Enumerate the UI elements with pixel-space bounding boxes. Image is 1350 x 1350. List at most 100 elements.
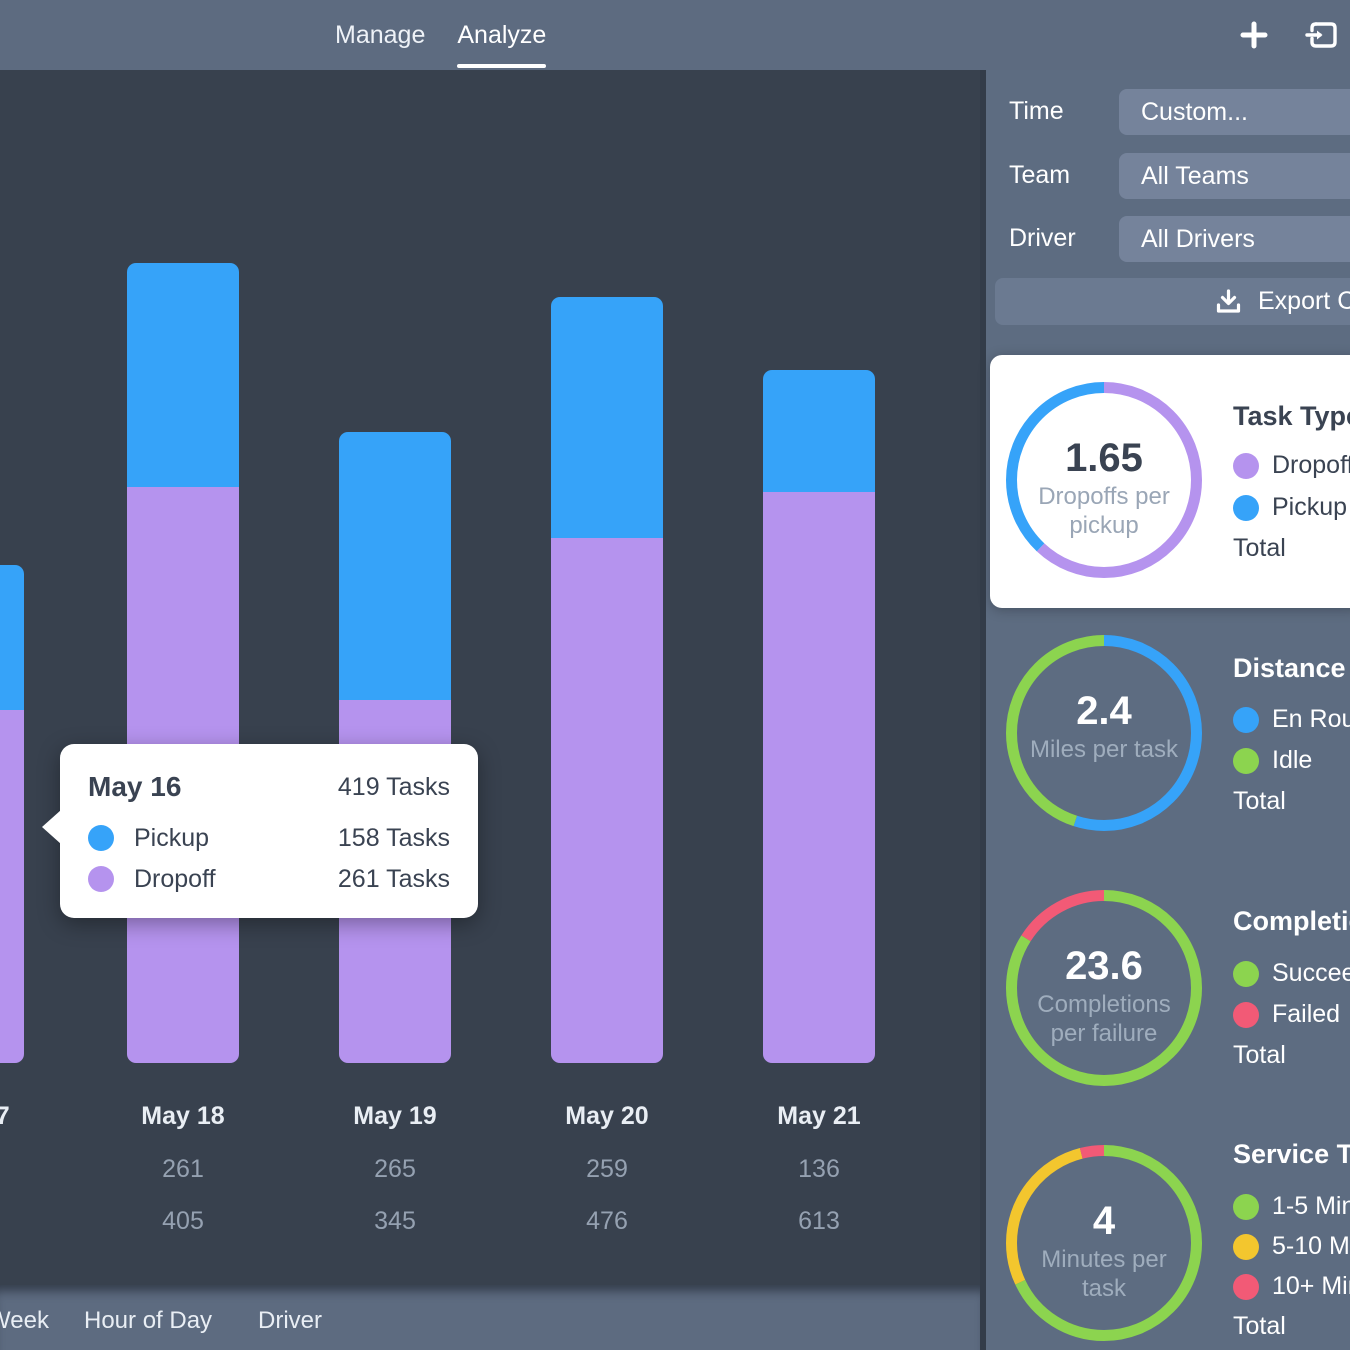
download-icon [1215,288,1242,315]
stacked-bar-may-20[interactable] [551,297,663,1063]
legend-label: 1-5 Min [1272,1192,1350,1221]
tooltip-row-pickup: Pickup158 Tasks [88,822,450,854]
tooltip-row-dropoff: Dropoff261 Tasks [88,863,450,895]
x-axis-date-label: May 19 [315,1102,475,1131]
chart-tooltip: May 16 419 Tasks Pickup158 Tasks Dropoff2… [60,744,478,918]
x-axis-date-label: May 17 [0,1102,48,1131]
bottom-tab-driver[interactable]: Driver [258,1285,322,1350]
legend-label: Idle [1272,746,1312,775]
filter-select-time[interactable]: Custom... [1119,89,1350,135]
card-title: Completions [1233,906,1350,937]
metric-label: Minutes per task [1019,1245,1189,1303]
dropoff-count-label: 405 [103,1207,263,1236]
pickup-legend-dot [88,825,114,851]
metric-value: 4 [1019,1199,1189,1243]
dropoff-count-label: 345 [315,1207,475,1236]
pickup-count-label: 261 [103,1155,263,1184]
legend-row-idle: Idle [1233,746,1312,775]
metric-value: 23.6 [1019,944,1189,988]
5-10-min-dot [1233,1234,1259,1260]
dropoff-count-label: 476 [527,1207,687,1236]
filter-select-driver[interactable]: All Drivers [1119,216,1350,262]
metric-value: 1.65 [1019,436,1189,480]
plus-icon[interactable] [1238,19,1270,51]
legend-row-failed: Failed [1233,1000,1340,1029]
legend-label: Succeeded [1272,959,1350,988]
filter-label-time: Time [1009,97,1064,126]
tab-manage[interactable]: Manage [335,0,425,70]
donut-center-text: 1.65Dropoffs per pickup [1019,436,1189,540]
legend-row-1-5-min: 1-5 Min [1233,1192,1350,1221]
tooltip-total: 419 Tasks [338,773,450,802]
metric-label: Completions per failure [1019,990,1189,1048]
import-box-icon[interactable] [1304,16,1342,54]
legend-row-pickup: Pickup [1233,493,1347,522]
export-button-label: Export CSV [1258,287,1350,316]
analytics-dashboard: May 17May 18261405May 19265345May 202594… [0,0,1350,1350]
filter-select-team[interactable]: All Teams [1119,153,1350,199]
x-axis-date-label: May 18 [103,1102,263,1131]
legend-row-5-10-min: 5-10 Min [1233,1232,1350,1261]
tooltip-date: May 16 [88,771,338,803]
stacked-bar-may-21[interactable] [763,370,875,1063]
nav-icons [1238,0,1342,70]
total-label: Total [1233,1041,1286,1070]
metric-label: Miles per task [1019,735,1189,764]
legend-label: Failed [1272,1000,1340,1029]
filter-label-driver: Driver [1009,224,1076,253]
card-title: Task Types [1233,401,1350,432]
pickup-count-label: 136 [739,1155,899,1184]
donut-center-text: 4Minutes per task [1019,1199,1189,1303]
x-axis-date-label: May 20 [527,1102,687,1131]
pickup-segment[interactable] [127,263,239,487]
bottom-tab-bar: Day of Week Hour of Day Driver [0,1285,980,1350]
succeeded-dot [1233,961,1259,987]
dropoff-segment[interactable] [551,538,663,1063]
dropoff-dot [1233,453,1259,479]
legend-row-dropoff: Dropoff [1233,451,1350,480]
metric-label: Dropoffs per pickup [1019,482,1189,540]
pickup-segment[interactable] [763,370,875,492]
10-min-dot [1233,1274,1259,1300]
tooltip-series-value: 261 Tasks [338,865,450,894]
x-axis-date-label: May 21 [739,1102,899,1131]
nav-tabs: Manage Analyze [335,0,546,70]
pickup-segment[interactable] [551,297,663,538]
tooltip-series-value: 158 Tasks [338,824,450,853]
legend-label: En Route [1272,705,1350,734]
pickup-count-label: 259 [527,1155,687,1184]
legend-label: Pickup [1272,493,1347,522]
failed-dot [1233,1002,1259,1028]
export-csv-button[interactable]: Export CSV [995,278,1350,325]
donut-center-text: 23.6Completions per failure [1019,944,1189,1048]
legend-label: Dropoff [1272,451,1350,480]
dropoff-segment[interactable] [763,492,875,1063]
top-nav: Manage Analyze [0,0,1350,70]
bottom-tab-day-of-week[interactable]: Day of Week [0,1285,49,1350]
tooltip-series-name: Pickup [134,824,338,853]
legend-row-succeeded: Succeeded [1233,959,1350,988]
idle-dot [1233,748,1259,774]
stacked-bar-may-17[interactable] [0,565,24,1063]
dropoff-count-label: 613 [739,1207,899,1236]
panel-divider [980,70,986,1350]
legend-row-en-route: En Route [1233,705,1350,734]
total-label: Total [1233,1312,1286,1341]
metric-value: 2.4 [1019,689,1189,733]
1-5-min-dot [1233,1194,1259,1220]
tasks-bar-chart: May 17May 18261405May 19265345May 202594… [0,70,980,1285]
filter-label-team: Team [1009,161,1070,190]
pickup-dot [1233,495,1259,521]
legend-label: 5-10 Min [1272,1232,1350,1261]
dropoff-legend-dot [88,866,114,892]
stacked-bar-may-18[interactable] [127,263,239,1063]
pickup-segment[interactable] [0,565,24,710]
tab-analyze[interactable]: Analyze [457,0,546,70]
tooltip-arrow-left [42,810,61,844]
pickup-segment[interactable] [339,432,451,700]
card-title: Service Time [1233,1139,1350,1170]
card-title: Distance (mi) [1233,653,1350,684]
dropoff-segment[interactable] [0,710,24,1063]
donut-center-text: 2.4Miles per task [1019,689,1189,764]
bottom-tab-hour-of-day[interactable]: Hour of Day [84,1285,212,1350]
